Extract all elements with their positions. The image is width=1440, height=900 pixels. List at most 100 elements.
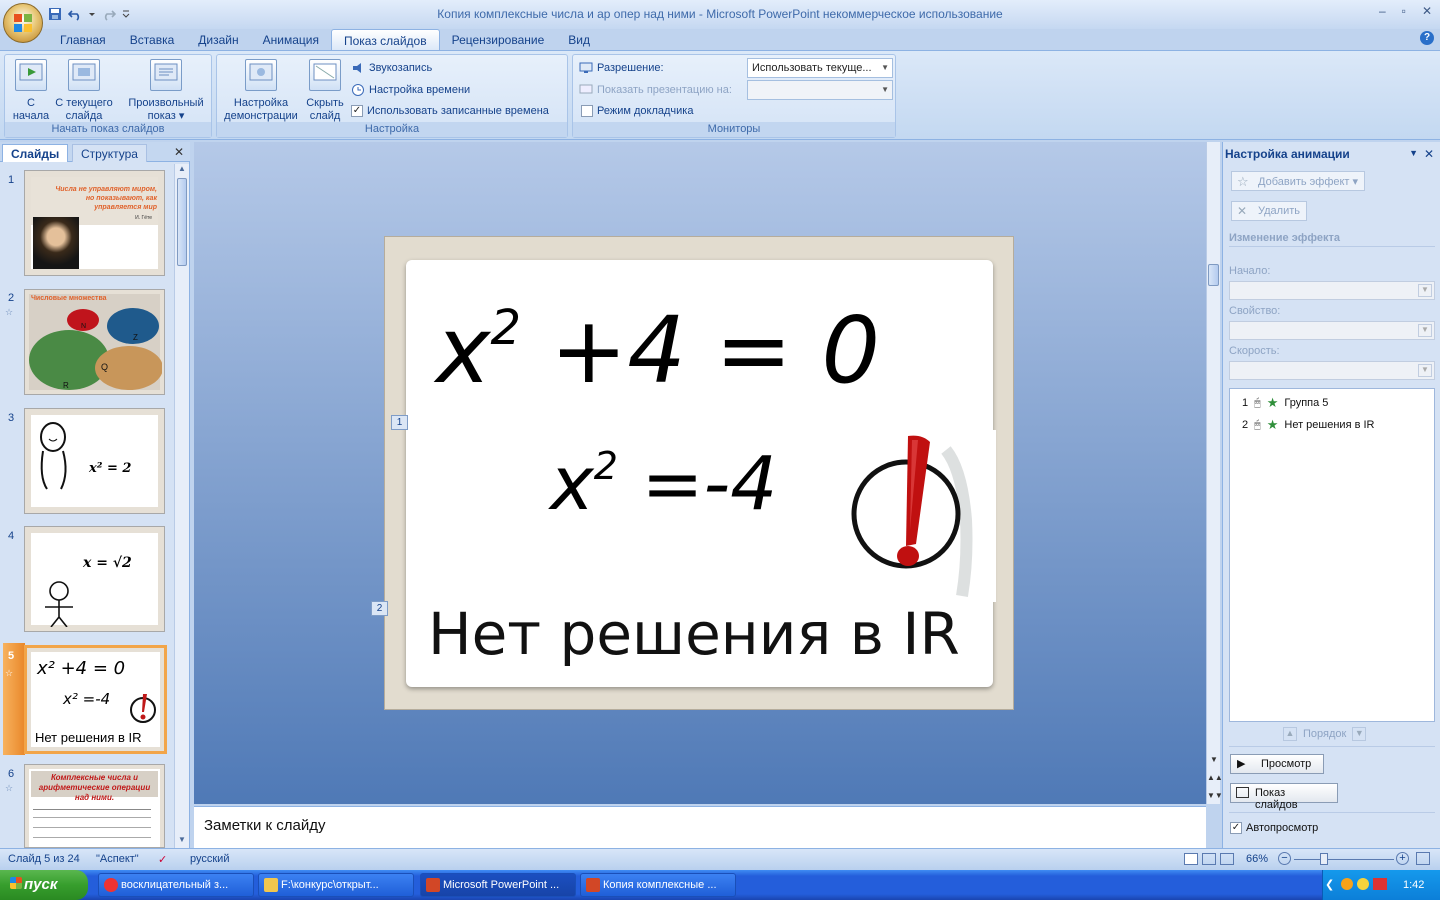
zoom-slider[interactable] bbox=[1294, 859, 1394, 860]
taskbar-item-powerpoint[interactable]: Microsoft PowerPoint ... bbox=[420, 873, 576, 897]
taskbar-item-browser[interactable]: восклицательный з... bbox=[98, 873, 254, 897]
close-icon[interactable]: ✕ bbox=[174, 145, 184, 159]
use-timings-checkbox[interactable]: ✓ Использовать записанные времена bbox=[351, 105, 549, 117]
taskbar-item-folder[interactable]: F:\конкурс\открыт... bbox=[258, 873, 414, 897]
zoom-slider-thumb[interactable] bbox=[1320, 853, 1328, 865]
equation-1[interactable]: x2 +4 = 0 bbox=[436, 278, 880, 401]
slide-thumb-content: Комплексные числа и арифметические опера… bbox=[29, 769, 160, 847]
notes-pane[interactable]: Заметки к слайду bbox=[194, 806, 1206, 848]
property-select[interactable]: ▼ bbox=[1229, 321, 1435, 340]
scroll-up-icon[interactable]: ▲ bbox=[175, 164, 189, 177]
slide-thumb-4[interactable]: x = √2 bbox=[24, 526, 165, 632]
language[interactable]: русский bbox=[190, 853, 229, 865]
custom-show-button[interactable]: Произвольный показ ▾ bbox=[123, 59, 209, 123]
customize-qat-icon[interactable] bbox=[122, 7, 130, 21]
scroll-thumb[interactable] bbox=[1208, 264, 1219, 286]
setup-show-button[interactable]: Настройка демонстрации bbox=[221, 59, 301, 123]
close-button[interactable]: ✕ bbox=[1422, 4, 1432, 18]
thumb-eq2: x² =-4 bbox=[63, 690, 111, 708]
from-current-button[interactable]: С текущего слайда bbox=[53, 59, 115, 123]
zoom-in-icon[interactable]: + bbox=[1396, 852, 1409, 865]
tab-insert[interactable]: Вставка bbox=[118, 29, 187, 50]
hide-slide-button[interactable]: Скрыть слайд bbox=[303, 59, 347, 123]
slideshow-view-icon[interactable] bbox=[1220, 853, 1234, 865]
autopreview-label: Автопросмотр bbox=[1246, 822, 1319, 834]
minimize-button[interactable]: – bbox=[1379, 4, 1386, 18]
tray-app-icon[interactable] bbox=[1357, 878, 1369, 890]
add-effect-button[interactable]: ☆ Добавить эффект ▾ bbox=[1231, 171, 1366, 191]
animation-list[interactable]: 1 🖱 ★ Группа 5 2 🖱 ★ Нет решения в IR bbox=[1229, 388, 1435, 722]
autopreview-checkbox[interactable]: ✓ Автопросмотр bbox=[1230, 822, 1318, 834]
start-button[interactable]: пуск bbox=[0, 870, 88, 900]
speed-select[interactable]: ▼ bbox=[1229, 361, 1435, 380]
fit-window-icon[interactable] bbox=[1416, 852, 1430, 865]
next-slide-icon[interactable]: ▼▼ bbox=[1207, 791, 1223, 800]
slideshow-button[interactable]: Показ слайдов bbox=[1230, 783, 1338, 811]
normal-view-icon[interactable] bbox=[1184, 853, 1198, 865]
tab-animation[interactable]: Анимация bbox=[251, 29, 331, 50]
tray-expand-icon[interactable]: ❮ bbox=[1325, 878, 1334, 891]
animation-item[interactable]: 2 🖱 ★ Нет решения в IR bbox=[1242, 417, 1375, 433]
office-button[interactable] bbox=[3, 3, 43, 43]
slide-thumb-1[interactable]: Числа не управляют миром, но показывают,… bbox=[24, 170, 165, 276]
slide-thumb-3[interactable]: x² = 2 bbox=[24, 408, 165, 514]
zoom-level[interactable]: 66% bbox=[1246, 853, 1268, 865]
tab-design[interactable]: Дизайн bbox=[186, 29, 250, 50]
spellcheck-icon[interactable]: ✓ bbox=[158, 853, 167, 866]
prev-slide-icon[interactable]: ▲▲ bbox=[1207, 773, 1223, 782]
close-icon[interactable]: ✕ bbox=[1424, 147, 1434, 161]
rehearse-timings-label: Настройка времени bbox=[369, 84, 471, 96]
scroll-down-icon[interactable]: ▼ bbox=[175, 835, 189, 848]
from-beginning-button[interactable]: С начала bbox=[9, 59, 53, 123]
tab-outline[interactable]: Структура bbox=[72, 144, 147, 162]
eq1-base: x bbox=[436, 297, 491, 404]
move-down-icon[interactable]: ▼ bbox=[1352, 727, 1367, 741]
use-timings-check[interactable]: ✓ bbox=[351, 105, 363, 117]
tab-review[interactable]: Рецензирование bbox=[440, 29, 557, 50]
undo-icon[interactable] bbox=[67, 7, 82, 21]
slideshow-icon bbox=[1236, 787, 1249, 798]
presenter-view-check[interactable] bbox=[581, 105, 593, 117]
show-on-select[interactable]: ▼ bbox=[747, 80, 893, 100]
help-icon[interactable]: ? bbox=[1420, 31, 1434, 45]
start-select[interactable]: ▼ bbox=[1229, 281, 1435, 300]
equation-2[interactable]: x2 =-4 bbox=[550, 424, 777, 526]
scroll-thumb[interactable] bbox=[177, 178, 187, 266]
slide-thumb-6[interactable]: Комплексные числа и арифметические опера… bbox=[24, 764, 165, 848]
sets-diagram: N Z Q R bbox=[29, 308, 162, 390]
delete-effect-button[interactable]: ✕ Удалить bbox=[1231, 201, 1307, 221]
animation-item[interactable]: 1 🖱 ★ Группа 5 bbox=[1242, 395, 1328, 411]
rehearse-timings-button[interactable]: Настройка времени bbox=[351, 83, 470, 97]
exclamation-mark-icon[interactable] bbox=[850, 430, 996, 602]
autopreview-check[interactable]: ✓ bbox=[1230, 822, 1242, 834]
redo-icon[interactable] bbox=[102, 7, 117, 21]
slides-scrollbar[interactable]: ▲ ▼ bbox=[174, 164, 189, 848]
language-flag-icon[interactable] bbox=[1373, 878, 1387, 890]
tray-app-icon[interactable] bbox=[1341, 878, 1353, 890]
tab-home[interactable]: Главная bbox=[48, 29, 118, 50]
tab-view[interactable]: Вид bbox=[556, 29, 602, 50]
presenter-view-checkbox[interactable]: Режим докладчика bbox=[581, 105, 693, 117]
tab-slides[interactable]: Слайды bbox=[2, 144, 69, 162]
maximize-button[interactable]: ▫ bbox=[1402, 4, 1406, 18]
animation-tag-1[interactable]: 1 bbox=[391, 415, 408, 430]
slide-thumb-2[interactable]: Числовые множества N Z Q R bbox=[24, 289, 165, 395]
preview-button[interactable]: ▶ Просмотр bbox=[1230, 754, 1324, 774]
main-scrollbar[interactable]: ▼ ▲▲ ▼▼ bbox=[1206, 142, 1223, 804]
zoom-out-icon[interactable]: − bbox=[1278, 852, 1291, 865]
sorter-view-icon[interactable] bbox=[1202, 853, 1216, 865]
pane-menu-icon[interactable]: ▼ bbox=[1409, 148, 1418, 158]
taskbar-item-presentation[interactable]: Копия комплексные ... bbox=[580, 873, 736, 897]
save-icon[interactable] bbox=[48, 7, 62, 21]
animation-tag-2[interactable]: 2 bbox=[371, 601, 388, 616]
move-up-icon[interactable]: ▲ bbox=[1283, 727, 1297, 741]
scroll-down-icon[interactable]: ▼ bbox=[1207, 755, 1221, 764]
record-narration-button[interactable]: Звукозапись bbox=[351, 61, 432, 75]
tab-slideshow[interactable]: Показ слайдов bbox=[330, 29, 440, 50]
add-effect-label: Добавить эффект ▾ bbox=[1258, 176, 1359, 188]
slide-canvas[interactable]: x2 +4 = 0 x2 =-4 Нет решения в IR bbox=[406, 260, 996, 687]
slide-thumb-5[interactable]: x² +4 = 0 x² =-4 Нет решения в IR bbox=[24, 645, 167, 754]
dropdown-icon[interactable] bbox=[88, 7, 96, 21]
slide-text[interactable]: Нет решения в IR bbox=[428, 600, 960, 668]
resolution-select[interactable]: Использовать текуще... ▼ bbox=[747, 58, 893, 78]
